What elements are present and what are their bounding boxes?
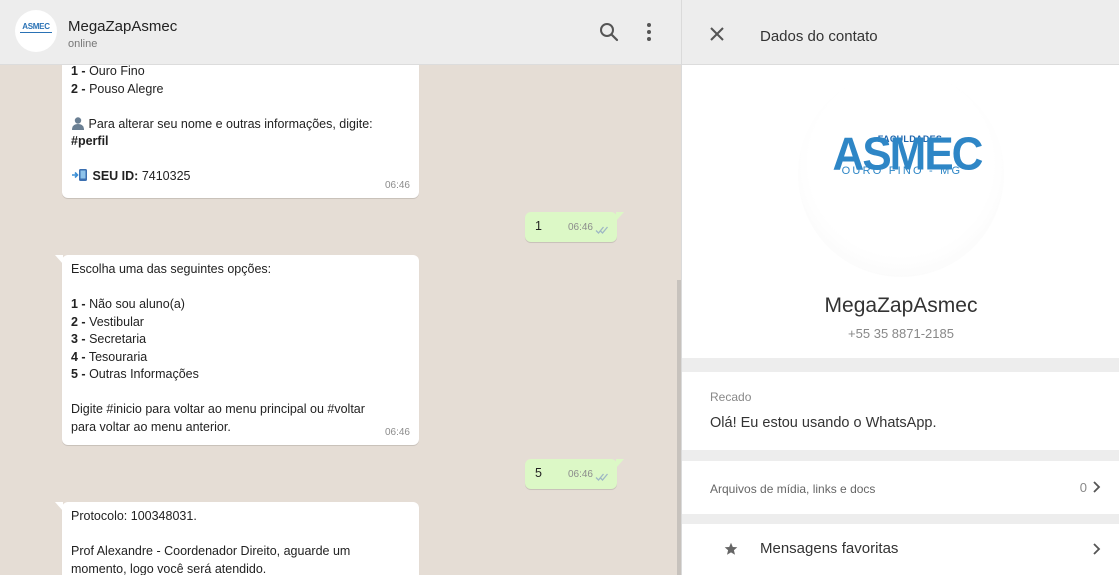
media-section[interactable]: Arquivos de mídia, links e docs 0 bbox=[682, 461, 1119, 514]
list-item: 1 - Não sou aluno(a) bbox=[71, 297, 185, 311]
about-section: Recado Olá! Eu estou usando o WhatsApp. bbox=[682, 372, 1119, 450]
logo-sub-text: OURO FINO - MG bbox=[841, 165, 963, 177]
bubble-tail bbox=[616, 459, 624, 468]
close-icon[interactable] bbox=[709, 26, 725, 42]
starred-messages-section[interactable]: Mensagens favoritas bbox=[682, 524, 1119, 575]
profile-command: #perfil bbox=[71, 134, 109, 148]
message-time: 06:46 bbox=[384, 179, 410, 191]
contact-info-panel: Dados do contato FACULDADES ASMEC OURO F… bbox=[681, 0, 1119, 575]
message-text: 5 bbox=[535, 466, 542, 480]
message-outgoing[interactable]: 1 06:46 bbox=[525, 212, 624, 242]
chat-title[interactable]: MegaZapAsmec bbox=[68, 18, 177, 35]
chat-status: online bbox=[68, 38, 98, 50]
chat-panel: ASMEC MegaZapAsmec online 1 - Ouro Fino … bbox=[0, 0, 681, 575]
person-icon bbox=[72, 116, 84, 130]
list-item: 4 - Tesouraria bbox=[71, 349, 148, 364]
message-time: 06:46 bbox=[384, 426, 410, 438]
message-text: Protocolo: 100348031. bbox=[71, 509, 197, 523]
message-footer: para voltar ao menu anterior. bbox=[71, 419, 231, 434]
message-incoming[interactable]: Protocolo: 100348031. Prof Alexandre - C… bbox=[55, 502, 419, 575]
message-time: 06:46 bbox=[567, 468, 593, 480]
message-intro: Escolha uma das seguintes opções: bbox=[71, 262, 272, 276]
list-item: 2 - Vestibular bbox=[71, 314, 144, 329]
list-item: 1 - Ouro Fino bbox=[71, 64, 145, 78]
media-count: 0 bbox=[1079, 480, 1087, 495]
read-ticks-icon bbox=[595, 226, 608, 234]
message-time: 06:46 bbox=[567, 221, 593, 233]
message-text: 1 bbox=[535, 219, 542, 233]
list-item: 5 - Outras Informações bbox=[71, 367, 199, 381]
contact-phone: +55 35 8871-2185 bbox=[848, 326, 954, 341]
phone-arrow-icon bbox=[72, 169, 87, 181]
about-text: Olá! Eu estou usando o WhatsApp. bbox=[710, 415, 937, 431]
star-icon bbox=[724, 542, 738, 555]
chevron-right-icon bbox=[1093, 481, 1101, 493]
chat-header[interactable]: ASMEC MegaZapAsmec online bbox=[0, 0, 681, 65]
list-item: 2 - Pouso Alegre bbox=[71, 81, 164, 96]
avatar-logo: ASMEC bbox=[20, 22, 52, 33]
message-text: Prof Alexandre - Coordenador Direito, ag… bbox=[71, 544, 351, 558]
avatar[interactable]: ASMEC bbox=[15, 10, 57, 52]
list-item: 3 - Secretaria bbox=[71, 332, 147, 346]
search-icon[interactable] bbox=[597, 20, 621, 44]
read-ticks-icon bbox=[595, 473, 608, 481]
media-label: Arquivos de mídia, links e docs bbox=[710, 482, 876, 496]
menu-dots-icon[interactable] bbox=[637, 20, 661, 44]
message-footer: Digite #inicio para voltar ao menu princ… bbox=[71, 402, 365, 416]
contact-profile: FACULDADES ASMEC OURO FINO - MG MegaZapA… bbox=[682, 65, 1119, 358]
chevron-right-icon bbox=[1093, 543, 1101, 555]
bubble-tail bbox=[55, 502, 63, 511]
message-incoming[interactable]: Escolha uma das seguintes opções: 1 - Nã… bbox=[55, 255, 419, 445]
contact-info-header: Dados do contato bbox=[682, 0, 1119, 65]
contact-name: MegaZapAsmec bbox=[824, 294, 978, 317]
message-outgoing[interactable]: 5 06:46 bbox=[525, 459, 624, 489]
contact-info-title: Dados do contato bbox=[760, 28, 878, 45]
about-label: Recado bbox=[710, 390, 752, 404]
bubble-tail bbox=[55, 255, 63, 264]
avatar-logo-text: ASMEC bbox=[22, 22, 50, 31]
user-id: SEU ID: 7410325 bbox=[71, 168, 410, 186]
starred-messages-label: Mensagens favoritas bbox=[760, 540, 899, 557]
bubble-tail bbox=[616, 212, 624, 221]
avatar-logo-underline bbox=[20, 32, 52, 33]
profile-hint: Para alterar seu nome e outras informaçõ… bbox=[71, 116, 410, 134]
message-text: momento, logo você será atendido. bbox=[71, 561, 267, 575]
